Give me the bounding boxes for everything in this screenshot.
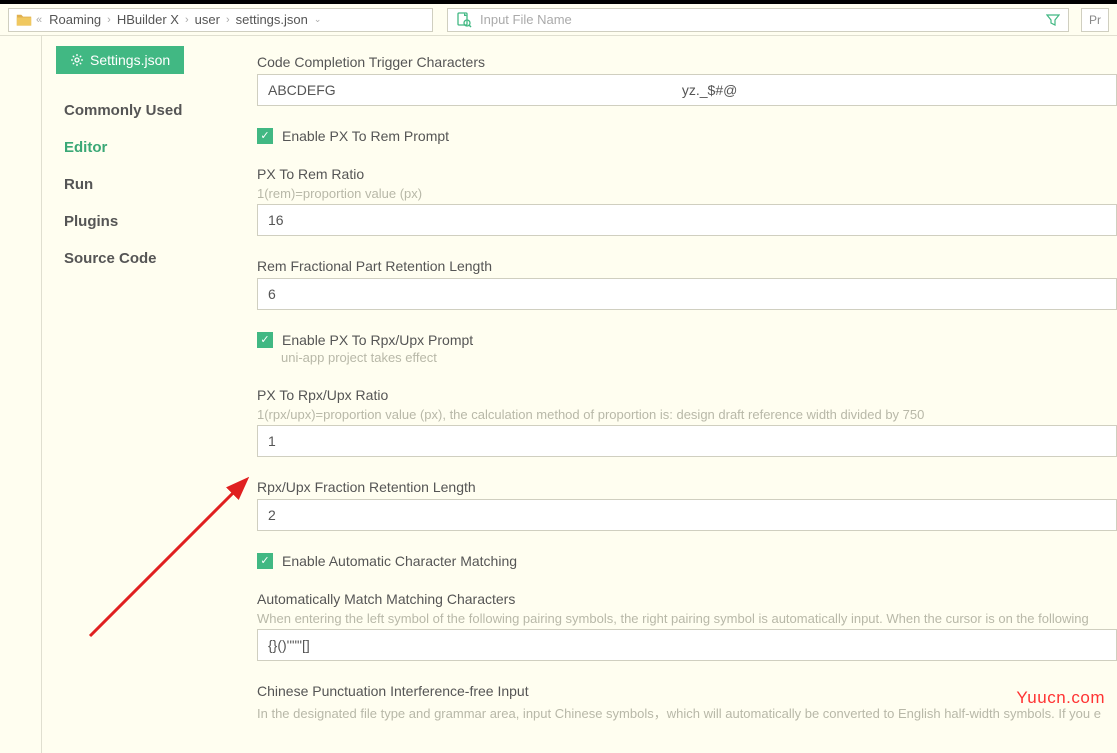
- breadcrumb-item[interactable]: settings.json: [236, 12, 308, 27]
- setting-hint: 1(rpx/upx)=proportion value (px), the ca…: [257, 407, 1117, 422]
- rpx-fraction-input[interactable]: [257, 499, 1117, 531]
- px-rem-ratio-input[interactable]: [257, 204, 1117, 236]
- setting-label: PX To Rpx/Upx Ratio: [257, 387, 1117, 403]
- settings-content: Code Completion Trigger Characters ✓ Ena…: [249, 36, 1117, 753]
- sidebar-item-editor[interactable]: Editor: [56, 129, 249, 166]
- breadcrumb-bar[interactable]: « Roaming › HBuilder X › user › settings…: [8, 8, 433, 32]
- breadcrumb-overflow-icon: «: [36, 14, 42, 26]
- chevron-right-icon: ›: [185, 14, 189, 26]
- filter-icon[interactable]: [1046, 13, 1060, 27]
- setting-label: PX To Rem Ratio: [257, 166, 1117, 182]
- watermark: Yuucn.com: [1016, 688, 1105, 708]
- gear-icon: [70, 53, 84, 67]
- enable-px-rpx-checkbox[interactable]: ✓ Enable PX To Rpx/Upx Prompt: [257, 332, 1117, 348]
- px-rpx-ratio-input[interactable]: [257, 425, 1117, 457]
- sidebar-item-source-code[interactable]: Source Code: [56, 240, 249, 277]
- checkbox-checked-icon: ✓: [257, 553, 273, 569]
- chevron-down-icon[interactable]: ⌄: [314, 14, 322, 25]
- setting-hint: In the designated file type and grammar …: [257, 703, 1117, 722]
- activity-bar: [0, 36, 42, 753]
- rem-fractional-input[interactable]: [257, 278, 1117, 310]
- tab-label: Settings.json: [90, 52, 170, 68]
- search-file-icon: [456, 12, 472, 28]
- setting-label: Automatically Match Matching Characters: [257, 591, 1117, 607]
- sidebar-item-run[interactable]: Run: [56, 166, 249, 203]
- breadcrumb-item[interactable]: Roaming: [49, 12, 101, 27]
- breadcrumb[interactable]: Roaming › HBuilder X › user › settings.j…: [45, 12, 312, 27]
- enable-px-rem-checkbox[interactable]: ✓ Enable PX To Rem Prompt: [257, 128, 1117, 144]
- toolbar: « Roaming › HBuilder X › user › settings…: [0, 4, 1117, 36]
- setting-sublabel: uni-app project takes effect: [281, 350, 1117, 365]
- active-tab[interactable]: Settings.json: [56, 46, 184, 74]
- code-completion-input[interactable]: [257, 74, 1117, 106]
- chevron-right-icon: ›: [107, 14, 111, 26]
- setting-label: Rpx/Upx Fraction Retention Length: [257, 479, 1117, 495]
- matching-chars-input[interactable]: [257, 629, 1117, 661]
- chevron-right-icon: ›: [226, 14, 230, 26]
- setting-hint: When entering the left symbol of the fol…: [257, 611, 1117, 626]
- setting-hint: 1(rem)=proportion value (px): [257, 186, 1117, 201]
- folder-icon: [15, 13, 33, 27]
- file-search[interactable]: [447, 8, 1069, 32]
- settings-sidebar: Settings.json Commonly Used Editor Run P…: [42, 36, 249, 753]
- search-input[interactable]: [480, 12, 1038, 27]
- sidebar-item-plugins[interactable]: Plugins: [56, 203, 249, 240]
- breadcrumb-item[interactable]: HBuilder X: [117, 12, 179, 27]
- right-panel-toggle[interactable]: Pr: [1081, 8, 1109, 32]
- checkbox-checked-icon: ✓: [257, 128, 273, 144]
- enable-auto-char-match-checkbox[interactable]: ✓ Enable Automatic Character Matching: [257, 553, 1117, 569]
- checkbox-checked-icon: ✓: [257, 332, 273, 348]
- setting-label: Rem Fractional Part Retention Length: [257, 258, 1117, 274]
- setting-label: Code Completion Trigger Characters: [257, 54, 1117, 70]
- breadcrumb-item[interactable]: user: [195, 12, 220, 27]
- sidebar-item-commonly-used[interactable]: Commonly Used: [56, 92, 249, 129]
- setting-label: Chinese Punctuation Interference-free In…: [257, 683, 1117, 699]
